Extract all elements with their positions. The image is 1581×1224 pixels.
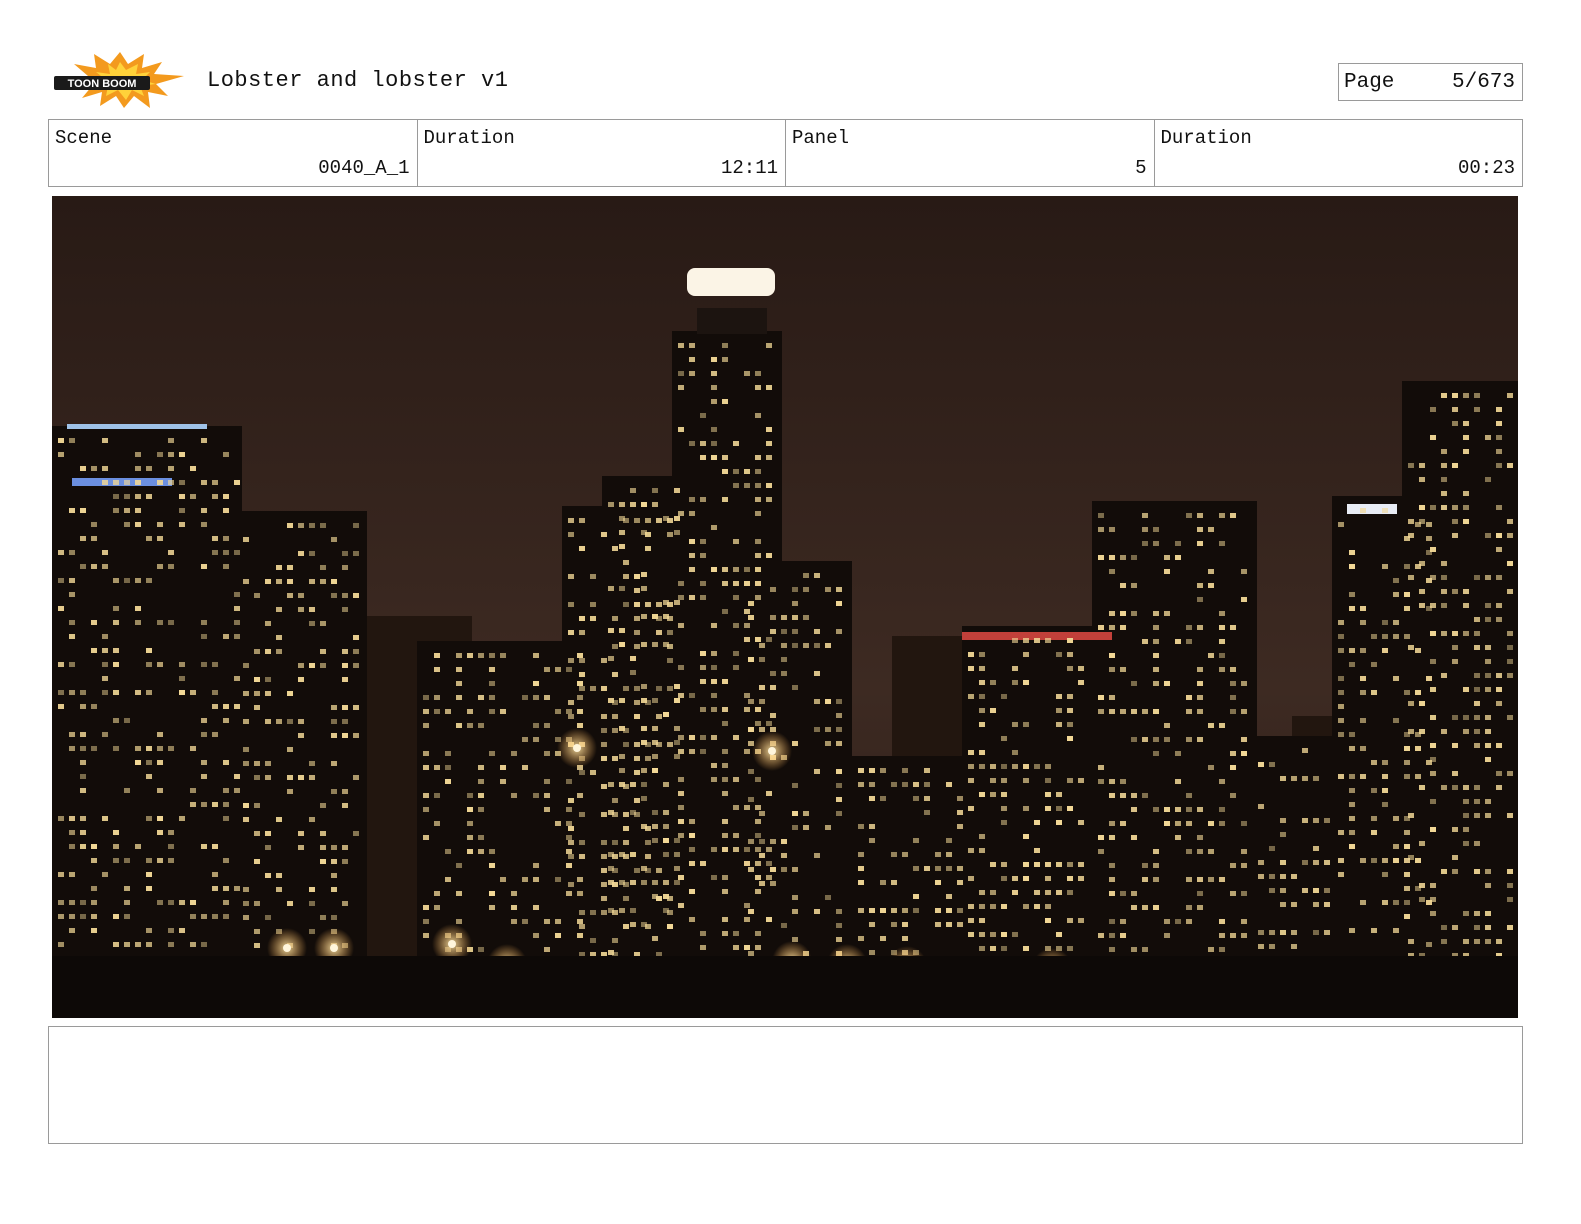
panel-value: 5 [1135, 157, 1147, 179]
panel-cell: Panel 5 [786, 120, 1155, 186]
scene-duration-value: 12:11 [720, 157, 778, 179]
page-label: Page [1344, 71, 1395, 94]
panel-duration-label: Duration [1160, 127, 1252, 149]
scene-value: 0040_A_1 [318, 157, 410, 179]
svg-text:TOON BOOM: TOON BOOM [68, 78, 137, 90]
storyboard-panel-image [52, 196, 1518, 1018]
panel-notes-box [48, 1026, 1523, 1144]
scene-label: Scene [55, 127, 113, 149]
project-title: Lobster and lobster v1 [207, 68, 509, 93]
page-number: 5/673 [1451, 71, 1515, 94]
panel-duration-cell: Duration 00:23 [1155, 120, 1523, 186]
scene-duration-label: Duration [423, 127, 515, 149]
panel-duration-value: 00:23 [1457, 157, 1515, 179]
scene-cell: Scene 0040_A_1 [49, 120, 418, 186]
toonboom-logo: TOON BOOM [52, 50, 188, 110]
panel-label: Panel [792, 127, 850, 149]
scene-duration-cell: Duration 12:11 [418, 120, 786, 186]
page-indicator: Page 5/673 [1338, 63, 1523, 101]
scene-info-table: Scene 0040_A_1 Duration 12:11 Panel 5 Du… [48, 119, 1523, 187]
